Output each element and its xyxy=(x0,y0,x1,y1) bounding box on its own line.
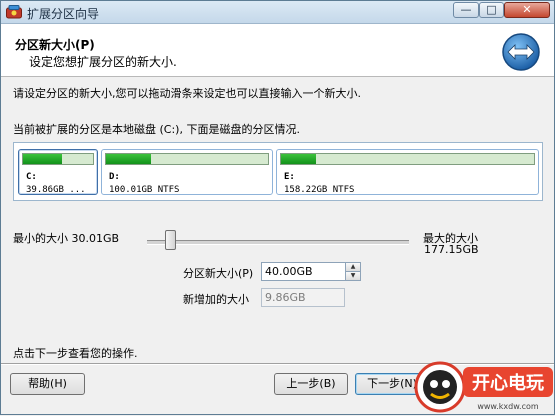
watermark-url: www.kxdw.com xyxy=(477,402,539,411)
partition-drive: C: xyxy=(26,172,37,182)
size-slider-track[interactable] xyxy=(147,240,409,245)
maximize-button[interactable]: □ xyxy=(479,2,504,18)
partition-c[interactable]: C: 39.86GB ... xyxy=(18,149,98,195)
resize-arrows-icon xyxy=(502,33,540,71)
close-button[interactable]: ✕ xyxy=(504,2,550,18)
watermark-logo: 开心电玩 www.kxdw.com xyxy=(414,361,553,413)
increase-size-field: 9.86GB xyxy=(261,288,345,307)
instruction-text: 请设定分区的新大小,您可以拖动滑条来设定也可以直接输入一个新大小. xyxy=(13,87,361,100)
max-size-value: 177.15GB xyxy=(424,243,479,256)
footer-hint: 点击下一步查看您的操作. xyxy=(13,347,138,360)
partition-drive: D: xyxy=(109,172,120,182)
partition-e[interactable]: E: 158.22GB NTFS xyxy=(276,149,539,195)
minimize-button[interactable]: — xyxy=(453,2,479,18)
usage-fill xyxy=(106,154,152,164)
partition-label: D: 100.01GB NTFS xyxy=(109,171,179,197)
usage-fill xyxy=(23,154,62,164)
usage-bar xyxy=(22,153,94,165)
partition-info: 39.86GB ... xyxy=(26,185,86,195)
header-title: 分区新大小(P) xyxy=(15,38,95,52)
partition-label: E: 158.22GB NTFS xyxy=(284,171,354,197)
partition-drive: E: xyxy=(284,172,295,182)
dialog-window: 扩展分区向导 — □ ✕ 分区新大小(P) 设定您想扩展分区的新大小. 请设定分… xyxy=(0,0,555,415)
new-size-input[interactable]: 40.00GB xyxy=(261,262,346,281)
partition-info: 158.22GB NTFS xyxy=(284,185,355,195)
help-button[interactable]: 帮助(H) xyxy=(10,373,85,395)
app-icon xyxy=(6,5,22,19)
back-button[interactable]: 上一步(B) xyxy=(274,373,348,395)
size-slider-thumb[interactable] xyxy=(164,230,176,250)
usage-fill xyxy=(281,154,317,164)
wizard-header: 分区新大小(P) 设定您想扩展分区的新大小. xyxy=(1,24,554,77)
partitions-caption: 当前被扩展的分区是本地磁盘 (C:), 下面是磁盘的分区情况. xyxy=(13,123,300,136)
header-subtitle: 设定您想扩展分区的新大小. xyxy=(29,55,177,69)
partition-info: 100.01GB NTFS xyxy=(109,185,180,195)
new-size-label: 分区新大小(P) xyxy=(183,267,254,280)
usage-bar xyxy=(280,153,535,165)
increase-size-label: 新增加的大小 xyxy=(183,293,249,306)
partition-label: C: 39.86GB ... xyxy=(26,171,86,197)
partition-d[interactable]: D: 100.01GB NTFS xyxy=(101,149,273,195)
title-bar[interactable]: 扩展分区向导 — □ ✕ xyxy=(1,1,554,24)
partition-map: C: 39.86GB ... D: 100.01GB NTFS E: 158.2… xyxy=(13,142,543,201)
window-title: 扩展分区向导 xyxy=(27,7,100,21)
usage-bar xyxy=(105,153,269,165)
watermark-brand: 开心电玩 xyxy=(472,372,544,394)
min-size-label: 最小的大小 30.01GB xyxy=(13,232,120,245)
spin-down-button[interactable]: ▼ xyxy=(345,271,361,281)
